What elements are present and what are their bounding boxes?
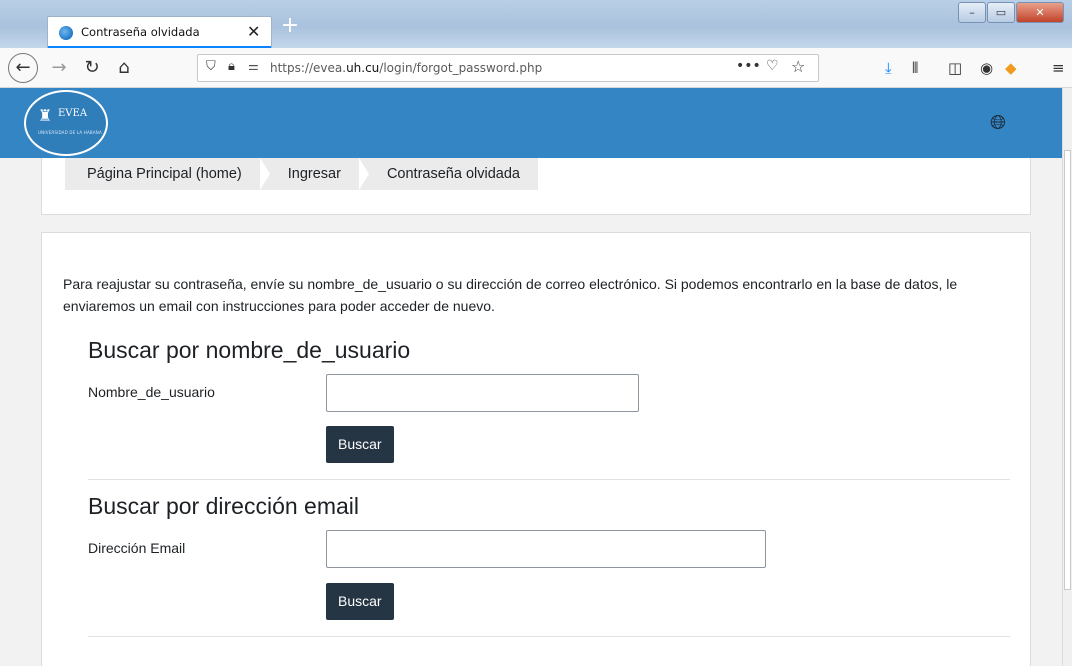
url-text[interactable]: https://evea.uh.cu/login/forgot_password… (270, 61, 542, 75)
instructions-text: Para reajustar su contraseña, envíe su n… (63, 276, 958, 314)
minimize-button[interactable]: – (958, 2, 986, 23)
site-header: ♜ EVEA UNIVERSIDAD DE LA HABANA 🌐︎ (0, 88, 1062, 158)
window-controls: – ▭ ✕ (958, 2, 1065, 24)
page-viewport: ♜ EVEA UNIVERSIDAD DE LA HABANA 🌐︎ Págin… (0, 88, 1062, 666)
hamburger-menu-icon[interactable]: ≡ (1052, 59, 1065, 77)
extension-icon[interactable]: ◉ (980, 59, 993, 77)
forward-arrow-icon[interactable]: → (49, 54, 69, 82)
permissions-icon[interactable]: ⚌ (248, 59, 259, 73)
site-favicon-icon (59, 26, 73, 40)
scrollbar-thumb[interactable] (1064, 150, 1071, 590)
breadcrumb-separator (259, 158, 270, 190)
sidebar-icon[interactable]: ◫ (948, 59, 962, 77)
new-tab-button[interactable]: + (278, 15, 302, 39)
shield-icon[interactable]: ⛉ (206, 59, 216, 74)
breadcrumb: Página Principal (home) Ingresar Contras… (65, 158, 538, 190)
section-divider (88, 479, 1010, 480)
close-tab-icon[interactable]: ✕ (247, 22, 260, 41)
university-emblem-icon: ♜ (38, 106, 53, 125)
star-icon[interactable]: ☆ (791, 57, 805, 76)
browser-titlebar: Contraseña olvidada ✕ + – ▭ ✕ (0, 0, 1072, 48)
more-dots-icon[interactable]: ••• (736, 58, 761, 74)
library-icon[interactable]: ⫴ (912, 59, 918, 77)
lock-icon[interactable]: 🔒︎ (228, 59, 235, 74)
globe-icon[interactable]: 🌐︎ (990, 110, 1006, 134)
reload-icon[interactable]: ↻ (80, 54, 104, 82)
browser-tab[interactable]: Contraseña olvidada ✕ (47, 16, 272, 48)
search-email-button[interactable]: Buscar (326, 583, 394, 620)
section-divider (88, 636, 1010, 637)
browser-navbar: ← → ↻ ⌂ ⛉ 🔒︎ ⚌ https://evea.uh.cu/login/… (0, 48, 1072, 88)
breadcrumb-home[interactable]: Página Principal (home) (65, 158, 260, 190)
email-section-title: Buscar por dirección email (88, 493, 360, 519)
email-input[interactable] (326, 530, 766, 568)
maximize-button[interactable]: ▭ (987, 2, 1015, 23)
download-icon[interactable]: ⤓ (885, 59, 892, 77)
username-input[interactable] (326, 374, 639, 412)
close-window-button[interactable]: ✕ (1016, 2, 1064, 23)
forgot-password-card: Para reajustar su contraseña, envíe su n… (41, 232, 1031, 666)
breadcrumb-separator (358, 158, 369, 190)
search-username-button[interactable]: Buscar (326, 426, 394, 463)
breadcrumb-login[interactable]: Ingresar (270, 158, 359, 190)
pocket-icon[interactable]: ♡ (766, 58, 779, 74)
back-arrow-icon[interactable]: ← (8, 53, 38, 83)
username-section-title: Buscar por nombre_de_usuario (88, 337, 411, 363)
email-label: Dirección Email (88, 540, 186, 556)
site-logo[interactable]: ♜ EVEA UNIVERSIDAD DE LA HABANA (24, 90, 108, 156)
logo-text: EVEA (58, 108, 88, 119)
tab-title: Contraseña olvidada (81, 25, 200, 39)
username-label: Nombre_de_usuario (88, 384, 215, 400)
home-icon[interactable]: ⌂ (112, 54, 136, 82)
vertical-scrollbar[interactable] (1062, 88, 1072, 666)
breadcrumb-current: Contraseña olvidada (386, 166, 520, 182)
extension-flame-icon[interactable]: ◆ (1005, 59, 1017, 77)
url-bar[interactable]: ⛉ 🔒︎ ⚌ https://evea.uh.cu/login/forgot_p… (197, 54, 819, 82)
logo-subtext: UNIVERSIDAD DE LA HABANA (38, 130, 102, 135)
breadcrumb-card: Página Principal (home) Ingresar Contras… (41, 158, 1031, 215)
